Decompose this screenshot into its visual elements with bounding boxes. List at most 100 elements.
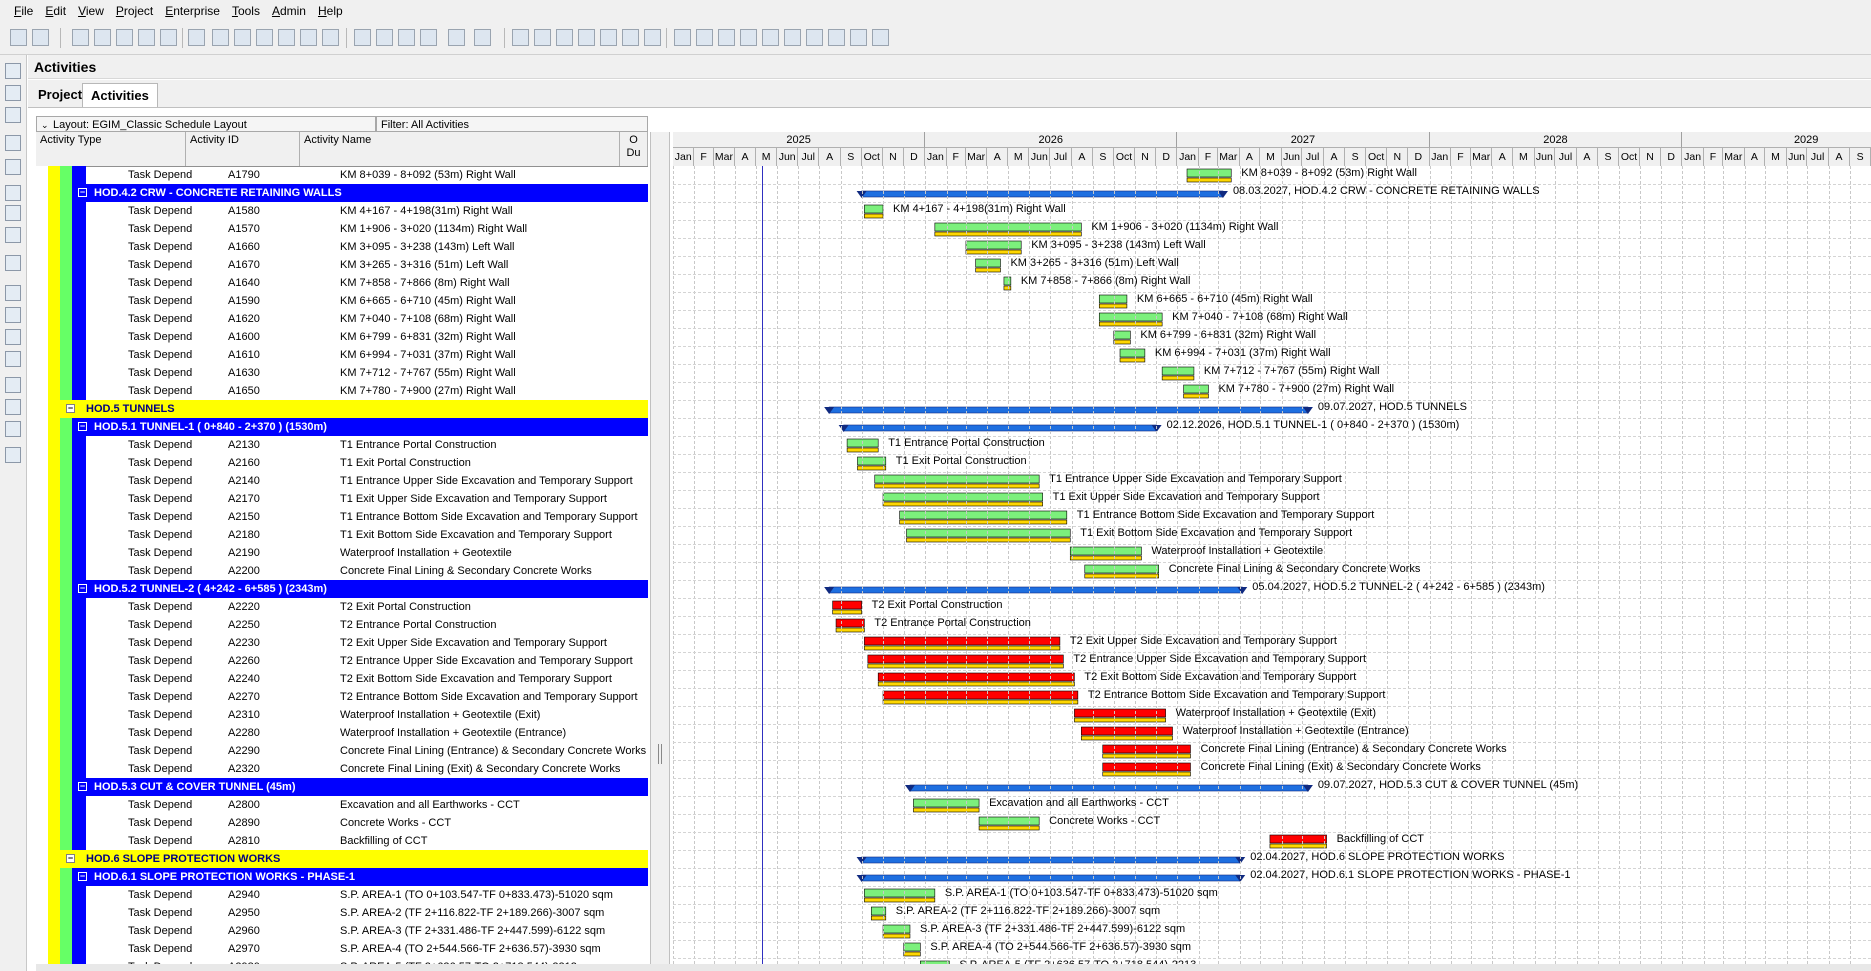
summary-bar[interactable] — [909, 784, 1309, 792]
toolbar-button-icon[interactable] — [644, 29, 661, 46]
activity-bar[interactable] — [1113, 330, 1131, 340]
table-row[interactable]: Task Depend A2160 T1 Exit Portal Construct… — [36, 454, 648, 472]
toolbar-button-icon[interactable] — [556, 29, 573, 46]
table-row[interactable]: Task Depend A2310 Waterproof Installation … — [36, 706, 648, 724]
activity-bar[interactable] — [877, 672, 1075, 682]
toolbar-button-icon[interactable] — [234, 29, 251, 46]
navigation-icon[interactable] — [5, 399, 21, 415]
table-row[interactable]: Task Depend A1670 KM 3+265 - 3+316 (51m) L… — [36, 256, 648, 274]
splitter-grip[interactable] — [658, 744, 662, 764]
navigation-icon[interactable] — [5, 351, 21, 367]
activity-bar[interactable] — [882, 492, 1043, 502]
collapse-toggle-icon[interactable]: − — [66, 854, 75, 863]
toolbar-button-icon[interactable] — [256, 29, 273, 46]
toolbar-button-icon[interactable] — [578, 29, 595, 46]
toolbar-button-icon[interactable] — [828, 29, 845, 46]
navigation-icon[interactable] — [5, 185, 21, 201]
summary-bar[interactable] — [828, 406, 1309, 414]
activity-bar[interactable] — [1186, 168, 1232, 178]
column-header-original-duration[interactable]: O Du — [620, 132, 648, 166]
menu-view[interactable]: View — [72, 0, 110, 22]
navigation-icon[interactable] — [5, 329, 21, 345]
toolbar-button-icon[interactable] — [212, 29, 229, 46]
toolbar-button-icon[interactable] — [740, 29, 757, 46]
activity-bar[interactable] — [1119, 348, 1146, 358]
menu-help[interactable]: Help — [312, 0, 349, 22]
tab-activities[interactable]: Activities — [82, 83, 158, 107]
wbs-group-row[interactable]: − HOD.6 SLOPE PROTECTION WORKS — [60, 850, 648, 868]
navigation-icon[interactable] — [5, 63, 21, 79]
table-row[interactable]: Task Depend A2800 Excavation and all Earth… — [36, 796, 648, 814]
horizontal-scrollbar[interactable] — [36, 964, 1871, 971]
activity-bar[interactable] — [882, 690, 1079, 700]
activity-bar[interactable] — [1084, 564, 1159, 574]
filter-selector[interactable]: Filter: All Activities — [376, 116, 648, 132]
wbs-subgroup-row[interactable]: − HOD.4.2 CRW - CONCRETE RETAINING WALLS — [72, 184, 648, 202]
table-row[interactable]: Task Depend A2180 T1 Exit Bottom Side Exca… — [36, 526, 648, 544]
navigation-icon[interactable] — [5, 85, 21, 101]
summary-bar[interactable] — [828, 586, 1243, 594]
table-row[interactable]: Task Depend A1630 KM 7+712 - 7+767 (55m) R… — [36, 364, 648, 382]
activity-bar[interactable] — [874, 474, 1040, 484]
table-row[interactable]: Task Depend A2890 Concrete Works - CCT — [36, 814, 648, 832]
toolbar-button-icon[interactable] — [116, 29, 133, 46]
activity-bar[interactable] — [864, 204, 884, 214]
toolbar-button-icon[interactable] — [32, 29, 49, 46]
navigation-icon[interactable] — [5, 421, 21, 437]
navigation-icon[interactable] — [5, 307, 21, 323]
toolbar-button-icon[interactable] — [398, 29, 415, 46]
table-row[interactable]: Task Depend A1640 KM 7+858 - 7+866 (8m) Ri… — [36, 274, 648, 292]
toolbar-button-icon[interactable] — [354, 29, 371, 46]
table-row[interactable]: Task Depend A2970 S.P. AREA-4 (TO 2+544.56… — [36, 940, 648, 958]
navigation-icon[interactable] — [5, 447, 21, 463]
toolbar-button-icon[interactable] — [600, 29, 617, 46]
table-row[interactable]: Task Depend A1570 KM 1+906 - 3+020 (1134m)… — [36, 220, 648, 238]
table-row[interactable]: Task Depend A1610 KM 6+994 - 7+031 (37m) R… — [36, 346, 648, 364]
table-row[interactable]: Task Depend A1660 KM 3+095 - 3+238 (143m) … — [36, 238, 648, 256]
toolbar-button-icon[interactable] — [784, 29, 801, 46]
navigation-icon[interactable] — [5, 285, 21, 301]
table-row[interactable]: Task Depend A2200 Concrete Final Lining & … — [36, 562, 648, 580]
table-row[interactable]: Task Depend A2220 T2 Exit Portal Construct… — [36, 598, 648, 616]
table-row[interactable]: Task Depend A2270 T2 Entrance Bottom Side … — [36, 688, 648, 706]
table-row[interactable]: Task Depend A2290 Concrete Final Lining (E… — [36, 742, 648, 760]
toolbar-button-icon[interactable] — [696, 29, 713, 46]
table-row[interactable]: Task Depend A2280 Waterproof Installation … — [36, 724, 648, 742]
menu-enterprise[interactable]: Enterprise — [159, 0, 226, 22]
collapse-toggle-icon[interactable]: − — [78, 872, 87, 881]
table-row[interactable]: Task Depend A2240 T2 Exit Bottom Side Exca… — [36, 670, 648, 688]
toolbar-button-icon[interactable] — [674, 29, 691, 46]
table-row[interactable]: Task Depend A1600 KM 6+799 - 6+831 (32m) R… — [36, 328, 648, 346]
table-row[interactable]: Task Depend A2170 T1 Exit Upper Side Excav… — [36, 490, 648, 508]
collapse-toggle-icon[interactable]: − — [78, 422, 87, 431]
layout-selector[interactable]: ⌄ Layout: EGIM_Classic Schedule Layout — [36, 116, 376, 132]
summary-bar[interactable] — [861, 190, 1224, 198]
navigation-icon[interactable] — [5, 135, 21, 151]
table-row[interactable]: Task Depend A2230 T2 Exit Upper Side Excav… — [36, 634, 648, 652]
toolbar-button-icon[interactable] — [806, 29, 823, 46]
summary-bar[interactable] — [843, 424, 1157, 432]
wbs-subgroup-row[interactable]: − HOD.5.1 TUNNEL-1 ( 0+840 - 2+370 ) (153… — [72, 418, 648, 436]
navigation-icon[interactable] — [5, 227, 21, 243]
activity-bar[interactable] — [903, 942, 921, 952]
table-row[interactable]: Task Depend A2320 Concrete Final Lining (E… — [36, 760, 648, 778]
table-row[interactable]: Task Depend A2140 T1 Entrance Upper Side E… — [36, 472, 648, 490]
collapse-toggle-icon[interactable]: − — [78, 188, 87, 197]
toolbar-button-icon[interactable] — [278, 29, 295, 46]
collapse-toggle-icon[interactable]: − — [66, 404, 75, 413]
table-row[interactable]: Task Depend A2150 T1 Entrance Bottom Side … — [36, 508, 648, 526]
toolbar-button-icon[interactable] — [718, 29, 735, 46]
activity-bar[interactable] — [1074, 708, 1166, 718]
wbs-group-row[interactable]: − HOD.5 TUNNELS — [60, 400, 648, 418]
activity-bar[interactable] — [1269, 834, 1327, 844]
table-row[interactable]: Task Depend A1590 KM 6+665 - 6+710 (45m) R… — [36, 292, 648, 310]
toolbar-button-icon[interactable] — [94, 29, 111, 46]
toolbar-button-icon[interactable] — [322, 29, 339, 46]
activity-bar[interactable] — [1098, 312, 1163, 322]
menu-file[interactable]: File — [8, 0, 39, 22]
table-row[interactable]: Task Depend A2130 T1 Entrance Portal Const… — [36, 436, 648, 454]
table-row[interactable]: Task Depend A1650 KM 7+780 - 7+900 (27m) R… — [36, 382, 648, 400]
toolbar-button-icon[interactable] — [160, 29, 177, 46]
toolbar-button-icon[interactable] — [512, 29, 529, 46]
toolbar-button-icon[interactable] — [188, 29, 205, 46]
